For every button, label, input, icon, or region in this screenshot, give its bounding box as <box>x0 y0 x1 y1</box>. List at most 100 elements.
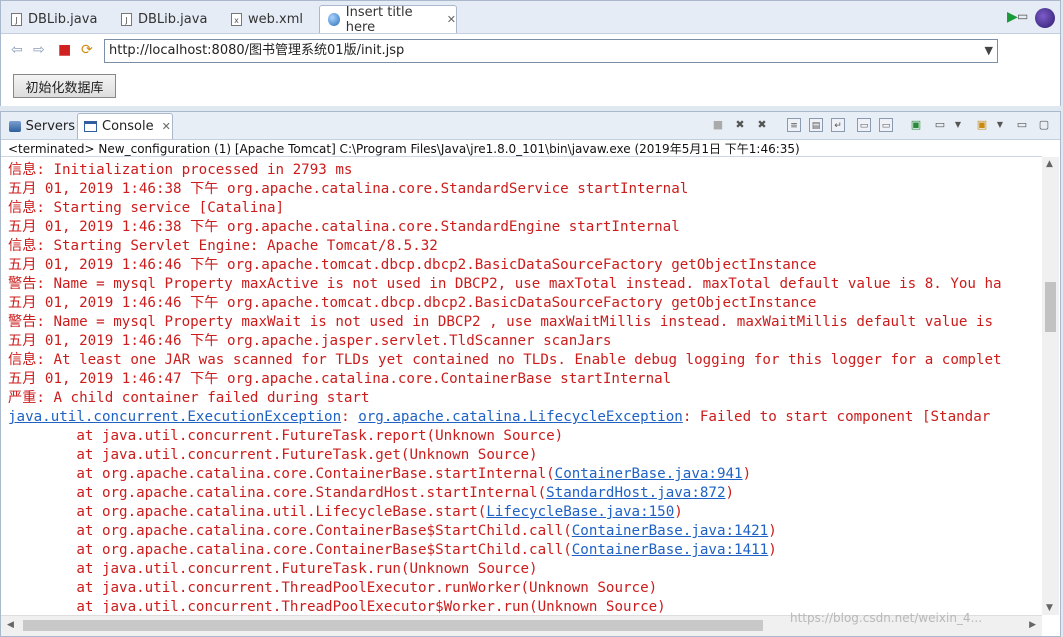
console-panel: Servers Console ✕ ■ ✖ ✖ ≡ ▤ ↵ ▭ ▭ ▣ ▭ ▼ … <box>0 111 1061 637</box>
terminate-icon[interactable]: ■ <box>711 118 725 132</box>
log-line: 警告: Name = mysql Property maxWait is not… <box>8 314 994 330</box>
stop-icon[interactable]: ■ <box>58 42 71 58</box>
tab-label: DBLib.java <box>28 11 98 27</box>
pin-console-icon[interactable]: ▣ <box>909 118 923 132</box>
tab-label: web.xml <box>248 11 303 27</box>
back-icon[interactable]: ⇦ <box>11 42 23 58</box>
log-text: at org.apache.catalina.core.ContainerBas… <box>8 466 555 482</box>
forward-icon[interactable]: ⇨ <box>33 42 45 58</box>
tab-dblib-java-2[interactable]: J DBLib.java <box>113 5 221 33</box>
close-icon[interactable]: ✕ <box>162 120 171 133</box>
log-line: 五月 01, 2019 1:46:47 下午 org.apache.catali… <box>8 371 672 387</box>
stack-trace-line: at java.util.concurrent.FutureTask.repor… <box>8 427 1042 446</box>
source-link[interactable]: ContainerBase.java:1421 <box>572 523 768 539</box>
exception-cause-link[interactable]: org.apache.catalina.LifecycleException <box>358 409 683 425</box>
watermark: https://blog.csdn.net/weixin_4... <box>790 611 983 625</box>
stack-trace-line: at org.apache.catalina.core.ContainerBas… <box>8 465 1042 484</box>
tab-label: Insert title here <box>345 4 413 35</box>
source-link[interactable]: ContainerBase.java:941 <box>555 466 743 482</box>
log-line: 信息: Initialization processed in 2793 ms <box>8 162 353 178</box>
remove-all-icon[interactable]: ✖ <box>755 118 769 132</box>
log-line: 信息: Starting service [Catalina] <box>8 200 285 216</box>
refresh-icon[interactable]: ⟳ <box>81 42 93 58</box>
log-text: at java.util.concurrent.FutureTask.repor… <box>8 428 564 444</box>
word-wrap-icon[interactable]: ↵ <box>831 118 845 132</box>
show-stdout-icon[interactable]: ▭ <box>857 118 871 132</box>
exception-line: java.util.concurrent.ExecutionException:… <box>8 408 1042 427</box>
xml-file-icon: x <box>231 12 242 26</box>
chevron-down-icon[interactable]: ▼ <box>985 40 993 62</box>
log-text: ) <box>742 466 752 482</box>
log-text: ) <box>674 504 683 520</box>
vertical-scrollbar[interactable]: ▲ ▼ <box>1042 157 1059 615</box>
tab-label: DBLib.java <box>138 11 208 27</box>
scroll-left-icon[interactable]: ◀ <box>7 620 14 630</box>
chevron-down-icon[interactable]: ▼ <box>993 118 1007 132</box>
scroll-lock-icon[interactable]: ▤ <box>809 118 823 132</box>
log-text: at java.util.concurrent.FutureTask.get(U… <box>8 447 538 463</box>
source-link[interactable]: ContainerBase.java:1411 <box>572 542 768 558</box>
stack-trace-line: at org.apache.catalina.core.ContainerBas… <box>8 522 1042 541</box>
log-text: at org.apache.catalina.core.ContainerBas… <box>8 523 572 539</box>
browser-nav-bar: ⇦ ⇨ ■ ⟳ http://localhost:8080/图书管理系统01版/… <box>1 34 1060 68</box>
log-text: at org.apache.catalina.core.StandardHost… <box>8 485 547 501</box>
log-line: 信息: Starting Servlet Engine: Apache Tomc… <box>8 238 438 254</box>
source-link[interactable]: StandardHost.java:872 <box>546 485 725 501</box>
clear-console-icon[interactable]: ≡ <box>787 118 801 132</box>
log-text: ) <box>725 485 735 501</box>
servers-icon <box>9 120 21 132</box>
log-line: 五月 01, 2019 1:46:46 下午 org.apache.tomcat… <box>8 257 817 273</box>
log-text: ) <box>768 523 777 539</box>
log-line: 信息: At least one JAR was scanned for TLD… <box>8 352 1002 368</box>
log-line: 五月 01, 2019 1:46:46 下午 org.apache.jasper… <box>8 333 612 349</box>
console-output[interactable]: 信息: Initialization processed in 2793 ms 五… <box>8 161 1042 613</box>
go-icon[interactable]: ▶ <box>1007 9 1018 25</box>
log-text: at java.util.concurrent.ThreadPoolExecut… <box>8 599 666 613</box>
scroll-thumb[interactable] <box>1045 282 1056 332</box>
java-file-icon: J <box>11 12 22 26</box>
maximize-icon[interactable]: ▢ <box>1037 118 1051 132</box>
init-database-button[interactable]: 初始化数据库 <box>13 74 116 98</box>
log-text: at java.util.concurrent.FutureTask.run(U… <box>8 561 538 577</box>
url-text: http://localhost:8080/图书管理系统01版/init.jsp <box>109 43 405 58</box>
log-text: : <box>341 409 359 425</box>
url-input[interactable]: http://localhost:8080/图书管理系统01版/init.jsp… <box>104 39 998 63</box>
console-status: <terminated> New_configuration (1) [Apac… <box>8 142 800 156</box>
eclipse-icon[interactable] <box>1035 8 1055 28</box>
remove-launch-icon[interactable]: ✖ <box>733 118 747 132</box>
display-console-icon[interactable]: ▭ <box>933 118 947 132</box>
minimize-icon[interactable]: ▭ <box>1017 9 1028 23</box>
globe-icon <box>328 13 340 26</box>
tab-servers[interactable]: Servers <box>3 113 75 139</box>
log-text: at org.apache.catalina.util.LifecycleBas… <box>8 504 487 520</box>
console-tab-bar: Servers Console ✕ ■ ✖ ✖ ≡ ▤ ↵ ▭ ▭ ▣ ▭ ▼ … <box>1 112 1060 140</box>
stack-trace-line: at java.util.concurrent.ThreadPoolExecut… <box>8 579 1042 598</box>
exception-type-link[interactable]: java.util.concurrent.ExecutionException <box>8 409 341 425</box>
source-link[interactable]: LifecycleBase.java:150 <box>486 504 674 520</box>
log-text: at java.util.concurrent.ThreadPoolExecut… <box>8 580 658 596</box>
scroll-right-icon[interactable]: ▶ <box>1029 620 1036 630</box>
tab-web-xml[interactable]: x web.xml <box>223 5 319 33</box>
console-icon <box>84 121 97 132</box>
log-line: 严重: A child container failed during star… <box>8 390 370 406</box>
stack-trace-line: at org.apache.catalina.util.LifecycleBas… <box>8 503 1042 522</box>
scroll-down-icon[interactable]: ▼ <box>1046 603 1053 613</box>
open-console-icon[interactable]: ▣ <box>975 118 989 132</box>
close-icon[interactable]: ✕ <box>447 13 456 26</box>
stack-trace-line: at org.apache.catalina.core.StandardHost… <box>8 484 1042 503</box>
log-text: : Failed to start component [Standar <box>682 409 991 425</box>
log-line: 五月 01, 2019 1:46:46 下午 org.apache.tomcat… <box>8 295 817 311</box>
show-stderr-icon[interactable]: ▭ <box>879 118 893 132</box>
tab-insert-title-here[interactable]: Insert title here ✕ <box>319 4 457 35</box>
java-file-icon: J <box>121 12 132 26</box>
editor-tab-bar: J DBLib.java J DBLib.java x web.xml Inse… <box>1 1 1060 35</box>
minimize-icon[interactable]: ▭ <box>1015 118 1029 132</box>
tab-console[interactable]: Console ✕ <box>77 113 173 139</box>
scroll-thumb[interactable] <box>23 620 763 631</box>
log-text: at org.apache.catalina.core.ContainerBas… <box>8 542 572 558</box>
tab-label: Console <box>102 119 154 134</box>
scroll-up-icon[interactable]: ▲ <box>1046 159 1053 169</box>
tab-dblib-java-1[interactable]: J DBLib.java <box>3 5 111 33</box>
chevron-down-icon[interactable]: ▼ <box>951 118 965 132</box>
stack-trace-line: at java.util.concurrent.FutureTask.get(U… <box>8 446 1042 465</box>
